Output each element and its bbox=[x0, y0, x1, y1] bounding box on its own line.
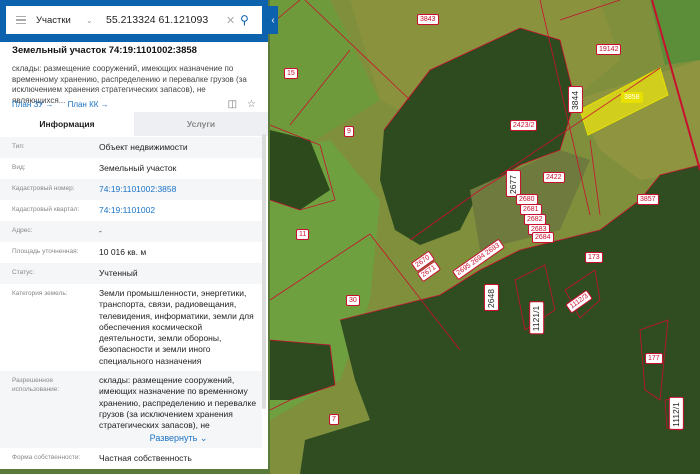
row-key: Категория земель: bbox=[12, 290, 68, 297]
tab-services[interactable]: Услуги bbox=[134, 112, 268, 136]
row-key: Разрешенное использование: bbox=[12, 377, 60, 394]
row-key: Площадь уточненная: bbox=[12, 248, 79, 255]
parcel-label[interactable]: 1112/1 bbox=[668, 397, 684, 430]
parcel-label[interactable]: 3857 bbox=[637, 194, 659, 205]
search-bar: Участки ⌄ 55.213324 61.121093 ✕ ⚲ bbox=[6, 6, 262, 34]
cadastral-quarter-link[interactable]: 74:19:1101002 bbox=[99, 204, 262, 217]
table-row: Категория земель: Земли промышленности, э… bbox=[0, 284, 262, 371]
parcel-label[interactable]: 2684 bbox=[532, 232, 554, 243]
table-row: Форма собственности: Частная собственност… bbox=[0, 448, 262, 469]
parcel-label[interactable]: 2422 bbox=[543, 172, 565, 183]
row-value: Учтенный bbox=[99, 268, 138, 278]
plan-zu-link[interactable]: План ЗУ → bbox=[12, 100, 54, 109]
parcel-label[interactable]: 1121/1 bbox=[529, 300, 545, 335]
table-row: Вид: Земельный участок bbox=[0, 158, 262, 179]
row-key: Кадастровый квартал: bbox=[12, 206, 80, 213]
row-value: Земельный участок bbox=[99, 163, 177, 173]
collapse-panel-button[interactable]: ‹ bbox=[268, 6, 278, 34]
chevron-down-icon[interactable]: ⌄ bbox=[86, 16, 106, 25]
table-row: Статус: Учтенный bbox=[0, 263, 262, 284]
row-key: Кадастровый номер: bbox=[12, 185, 75, 192]
chevron-down-icon: ⌄ bbox=[199, 433, 208, 444]
parcel-label-selected[interactable]: 3858 bbox=[621, 92, 643, 103]
row-key: Тип: bbox=[12, 143, 25, 150]
row-value: Земли промышленности, энергетики, трансп… bbox=[99, 288, 254, 366]
row-value: Объект недвижимости bbox=[99, 142, 188, 152]
info-panel: Участки ⌄ 55.213324 61.121093 ✕ ⚲ Земель… bbox=[0, 0, 268, 470]
parcel-description: склады: размещение сооружений, имеющих н… bbox=[12, 64, 247, 105]
search-icon[interactable]: ⚲ bbox=[240, 13, 262, 27]
document-search-icon[interactable]: ◫ bbox=[228, 99, 237, 110]
parcel-label[interactable]: 3844 bbox=[567, 86, 583, 113]
row-value: Частная собственность bbox=[99, 453, 192, 464]
parcel-label[interactable]: 2677 bbox=[505, 170, 521, 197]
table-row: Тип: Объект недвижимости bbox=[0, 137, 262, 158]
tab-info[interactable]: Информация bbox=[0, 112, 134, 136]
parcel-label[interactable]: 9 bbox=[344, 126, 354, 137]
parcel-label[interactable]: 2423/2 bbox=[510, 120, 538, 131]
row-value: - bbox=[99, 226, 102, 236]
parcel-label[interactable]: 173 bbox=[585, 252, 603, 263]
table-row: Адрес: - bbox=[0, 221, 262, 242]
plan-kk-link[interactable]: План КК → bbox=[68, 100, 109, 109]
parcel-title: Земельный участок 74:19:1101002:3858 bbox=[12, 45, 197, 56]
table-row: Площадь уточненная: 10 016 кв. м bbox=[0, 242, 262, 263]
star-icon[interactable]: ☆ bbox=[247, 99, 256, 110]
search-input[interactable]: 55.213324 61.121093 bbox=[106, 14, 226, 26]
row-key: Адрес: bbox=[12, 227, 33, 234]
attributes-table: Тип: Объект недвижимости Вид: Земельный уч… bbox=[0, 136, 262, 469]
search-header: Участки ⌄ 55.213324 61.121093 ✕ ⚲ bbox=[0, 0, 268, 42]
parcel-label[interactable]: 177 bbox=[645, 353, 663, 364]
row-key: Вид: bbox=[12, 164, 26, 171]
row-value: 10 016 кв. м bbox=[99, 247, 147, 257]
table-row: Разрешенное использование: склады: размещ… bbox=[0, 371, 262, 449]
scrollbar[interactable] bbox=[262, 134, 266, 409]
row-key: Форма собственности: bbox=[12, 454, 81, 462]
row-value: склады: размещение сооружений, имеющих н… bbox=[99, 375, 257, 432]
parcel-label[interactable]: 30 bbox=[346, 295, 360, 306]
chevron-left-icon: ‹ bbox=[271, 14, 275, 26]
clear-icon[interactable]: ✕ bbox=[226, 14, 240, 27]
layer-select[interactable]: Участки bbox=[36, 15, 86, 26]
table-row: Кадастровый квартал: 74:19:1101002 bbox=[0, 200, 262, 221]
parcel-label[interactable]: 2648 bbox=[483, 284, 499, 311]
expand-label: Развернуть bbox=[149, 433, 198, 444]
parcel-label[interactable]: 15 bbox=[284, 68, 298, 79]
row-key: Статус: bbox=[12, 269, 35, 276]
table-row: Кадастровый номер: 74:19:1101002:3858 bbox=[0, 179, 262, 200]
parcel-label[interactable]: 11 bbox=[296, 229, 310, 240]
parcel-label[interactable]: 19142 bbox=[596, 44, 622, 55]
parcel-label[interactable]: 7 bbox=[329, 414, 339, 425]
cadastral-number-link[interactable]: 74:19:1101002:3858 bbox=[99, 183, 262, 196]
expand-button[interactable]: Развернуть ⌄ bbox=[99, 432, 258, 444]
menu-icon[interactable] bbox=[6, 15, 36, 25]
parcel-label[interactable]: 3843 bbox=[417, 14, 439, 25]
